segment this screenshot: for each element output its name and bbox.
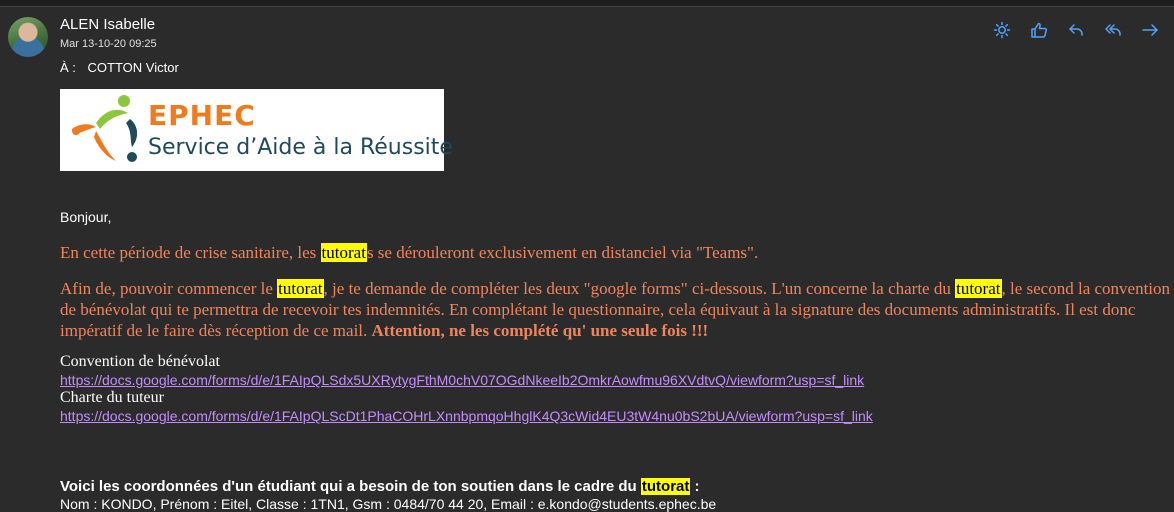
charte-label: Charte du tuteur bbox=[60, 389, 164, 406]
text: Voici les coordonnées d'un étudiant qui … bbox=[60, 478, 641, 495]
search-highlight: tutorat bbox=[277, 279, 324, 298]
avatar[interactable] bbox=[8, 17, 48, 57]
paragraph-instructions: Afin de, pouvoir commencer le tutorat, j… bbox=[60, 278, 1170, 341]
logo-brand: EPHEC bbox=[148, 99, 256, 132]
charte-form-link[interactable]: https://docs.google.com/forms/d/e/1FAIpQ… bbox=[60, 408, 873, 424]
text: s se dérouleront exclusivement en distan… bbox=[366, 243, 759, 262]
student-contact-details: Nom : KONDO, Prénom : Eitel, Classe : 1T… bbox=[60, 496, 717, 512]
reply-icon[interactable] bbox=[1066, 20, 1086, 40]
message-date: Mar 13-10-20 09:25 bbox=[60, 38, 157, 50]
logo-tagline: Service d’Aide à la Réussite bbox=[148, 135, 453, 160]
sender-name[interactable]: ALEN Isabelle bbox=[60, 16, 155, 33]
recipient-name[interactable]: COTTON Victor bbox=[88, 60, 179, 75]
warning-text: Attention, ne les complété qu' une seule… bbox=[371, 321, 709, 340]
logo-figure-icon bbox=[72, 95, 138, 162]
text: impératif de le faire dès réception de c… bbox=[60, 321, 372, 340]
paragraph-line: impératif de le faire dès réception de c… bbox=[60, 320, 1170, 341]
student-contact-heading: Voici les coordonnées d'un étudiant qui … bbox=[60, 478, 700, 495]
text: En cette période de crise sanitaire, les bbox=[60, 243, 321, 262]
window-top-border bbox=[0, 0, 1174, 7]
sun-icon[interactable] bbox=[992, 20, 1012, 40]
paragraph-line: Afin de, pouvoir commencer le tutorat, j… bbox=[60, 278, 1170, 299]
text: , je te demande de compléter les deux "g… bbox=[323, 279, 956, 298]
paragraph-crisis: En cette période de crise sanitaire, les… bbox=[60, 242, 758, 263]
recipients-line: À : COTTON Victor bbox=[60, 60, 179, 75]
ephec-logo: EPHEC Service d’Aide à la Réussite bbox=[60, 89, 453, 171]
search-highlight: tutorat bbox=[955, 279, 1002, 298]
convention-label: Convention de bénévolat bbox=[60, 353, 220, 370]
forward-icon[interactable] bbox=[1140, 20, 1160, 40]
to-label: À : bbox=[60, 60, 76, 75]
convention-form-link[interactable]: https://docs.google.com/forms/d/e/1FAIpQ… bbox=[60, 372, 864, 388]
text: Afin de, pouvoir commencer le bbox=[60, 279, 278, 298]
search-highlight: tutorat bbox=[640, 478, 691, 495]
like-icon[interactable] bbox=[1029, 20, 1049, 40]
reply-all-icon[interactable] bbox=[1103, 20, 1123, 40]
greeting: Bonjour, bbox=[60, 209, 112, 225]
paragraph-line: de bénévolat qui te permettra de recevoi… bbox=[60, 300, 1136, 319]
search-highlight: tutorat bbox=[320, 243, 367, 262]
message-actions bbox=[992, 20, 1160, 40]
text: , le second la convention bbox=[1001, 279, 1171, 298]
text: : bbox=[690, 478, 700, 495]
